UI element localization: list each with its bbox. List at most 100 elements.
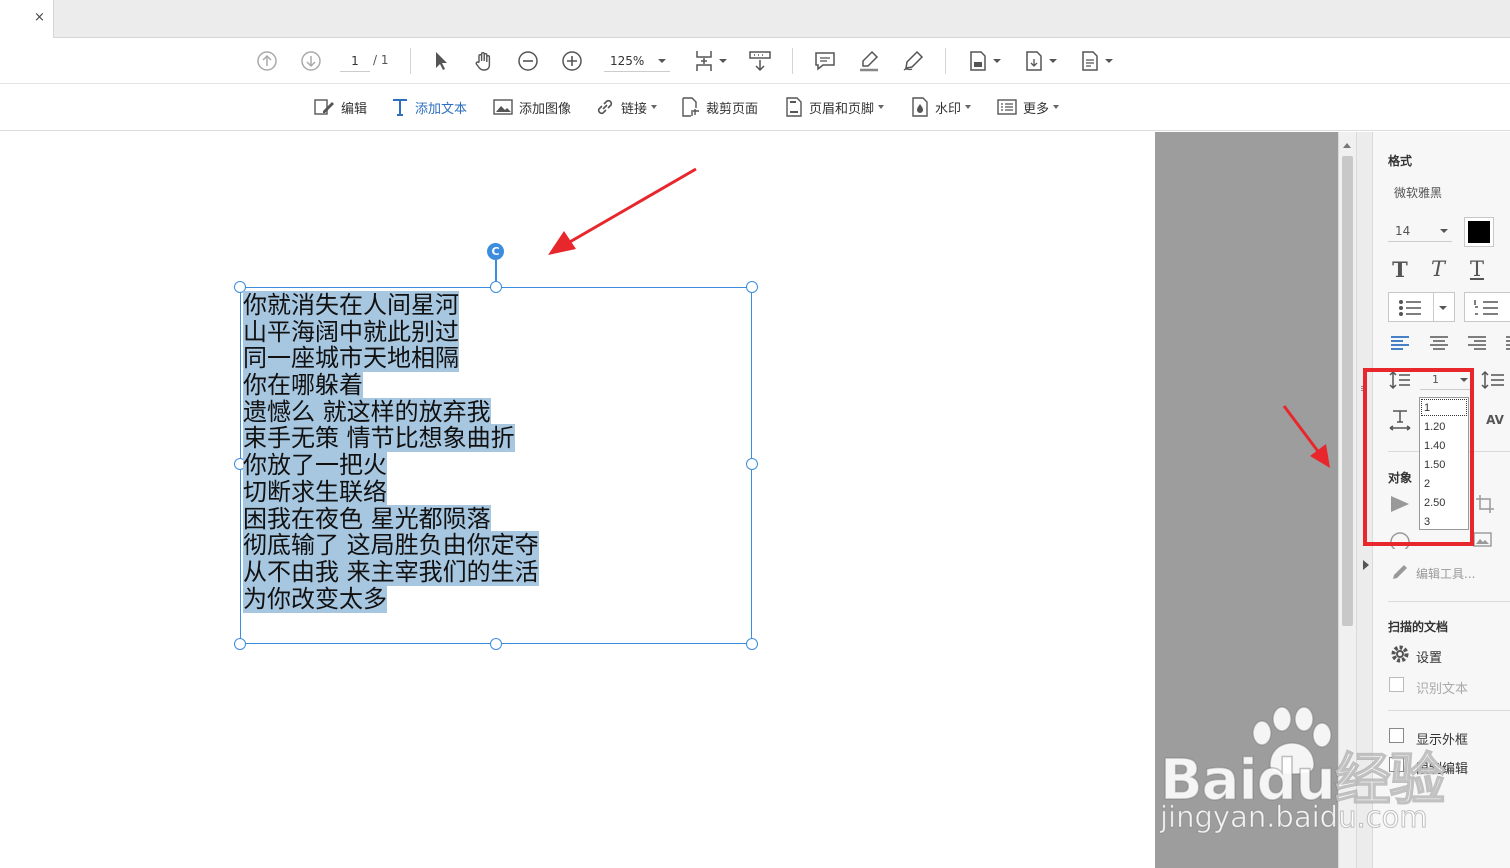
crop-page-label: 裁剪页面 (706, 101, 759, 117)
chevron-down-icon (1439, 306, 1447, 310)
selected-text-block[interactable]: 你就消失在人间星河 山平海阔中就此别过 同一座城市天地相隔 你在哪躲着 遗憾么 … (243, 291, 539, 613)
next-page-icon[interactable] (299, 49, 323, 73)
main-toolbar: 1 / 1 125% (0, 38, 1510, 84)
edit-toolbar: 编辑 添加文本 添加图像 链接 裁剪页面 页眉和页脚 水印 更多 (0, 84, 1510, 131)
text-t-icon (393, 99, 407, 116)
chevron-down-icon[interactable] (719, 59, 727, 63)
recognize-text-checkbox[interactable] (1389, 677, 1404, 692)
document-properties-icon[interactable] (1078, 49, 1102, 73)
zoom-in-icon[interactable] (560, 49, 584, 73)
separator (1433, 293, 1434, 321)
text-line: 切断求生联络 (243, 477, 387, 506)
text-bold-icon[interactable]: T (1388, 257, 1412, 282)
scanned-docs-heading: 扫描的文档 (1388, 620, 1449, 634)
crop-page-button[interactable]: 裁剪页面 (680, 96, 758, 118)
separator (945, 48, 946, 74)
align-right-icon[interactable] (1465, 331, 1489, 355)
crop-object-icon[interactable] (1473, 492, 1497, 516)
link-button[interactable]: 链接 (595, 96, 658, 118)
highlight-pen-icon[interactable] (857, 49, 881, 73)
recognize-text-label: 识别文本 (1416, 682, 1469, 697)
page-number-input[interactable]: 1 (340, 50, 370, 72)
text-line: 为你改变太多 (243, 584, 387, 613)
scroll-thumb[interactable] (1342, 156, 1353, 626)
chevron-down-icon (651, 105, 658, 109)
chevron-down-icon (658, 59, 666, 63)
document-tab[interactable]: × (0, 0, 54, 38)
separator (792, 48, 793, 74)
align-left-icon[interactable] (1388, 331, 1412, 355)
watermark-button[interactable]: 水印 (911, 96, 972, 118)
chevron-down-icon (1053, 105, 1060, 109)
font-size-select[interactable]: 14 (1388, 218, 1452, 242)
character-spacing-icon[interactable]: AV (1483, 408, 1507, 432)
align-justify-icon[interactable] (1503, 331, 1510, 355)
select-arrow-icon[interactable] (428, 49, 452, 73)
text-line: 你在哪躲着 (243, 371, 363, 400)
scroll-mode-icon[interactable] (748, 49, 772, 73)
edit-tools-pencil-icon (1388, 560, 1412, 584)
sign-pen-icon[interactable] (901, 49, 925, 73)
text-line: 彻底输了 这局胜负由你定夺 (243, 531, 539, 560)
annotation-highlight-box (1363, 368, 1474, 546)
expand-arrow-icon[interactable] (1363, 560, 1369, 570)
scroll-up-icon[interactable] (1343, 143, 1351, 148)
text-underline-icon[interactable]: T (1465, 257, 1489, 281)
page-fit-icon[interactable] (692, 49, 716, 73)
edit-button[interactable]: 编辑 (313, 96, 367, 118)
resize-handle-top-right[interactable] (746, 281, 758, 293)
add-text-button[interactable]: 添加文本 (391, 96, 467, 118)
text-italic-icon[interactable]: T (1426, 257, 1450, 281)
hand-tool-icon[interactable] (472, 49, 496, 73)
gear-icon (1388, 642, 1412, 666)
watermark-icon (912, 97, 928, 117)
text-line: 你放了一把火 (243, 451, 387, 480)
more-label: 更多 (1023, 101, 1050, 117)
crop-page-icon (682, 97, 699, 117)
chevron-down-icon[interactable] (993, 59, 1001, 63)
align-center-icon[interactable] (1427, 331, 1451, 355)
resize-handle-bottom-right[interactable] (746, 638, 758, 650)
font-color-swatch[interactable] (1464, 217, 1494, 247)
watermark-label: 水印 (935, 101, 962, 117)
settings-link[interactable]: 设置 (1416, 647, 1442, 666)
annotation-arrow-icon (548, 167, 697, 255)
chevron-down-icon[interactable] (1105, 59, 1113, 63)
separator (410, 48, 411, 74)
header-footer-button[interactable]: 页眉和页脚 (785, 96, 885, 118)
chevron-down-icon[interactable] (1049, 59, 1057, 63)
export-document-icon[interactable] (1022, 49, 1046, 73)
text-line: 束手无策 情节比想象曲折 (243, 424, 515, 453)
replace-image-icon[interactable] (1471, 527, 1495, 551)
rotate-handle[interactable]: C (487, 243, 504, 260)
resize-handle-right[interactable] (746, 458, 758, 470)
comment-icon[interactable] (813, 49, 837, 73)
edit-tools-link[interactable]: 编辑工具... (1416, 565, 1475, 582)
font-family-select[interactable]: 微软雅黑 (1394, 184, 1442, 201)
watermark-url: jingyan.baidu.com (1160, 800, 1429, 835)
text-line: 同一座城市天地相隔 (243, 344, 459, 373)
add-text-label: 添加文本 (415, 101, 468, 117)
zoom-select[interactable]: 125% (604, 50, 670, 72)
add-image-button[interactable]: 添加图像 (493, 96, 571, 118)
header-footer-label: 页眉和页脚 (809, 101, 875, 117)
bullet-list-select[interactable] (1388, 292, 1455, 322)
zoom-out-icon[interactable] (516, 49, 540, 73)
save-document-icon[interactable] (966, 49, 990, 73)
tab-close-button[interactable]: × (34, 10, 45, 25)
image-icon (493, 99, 513, 115)
text-line: 从不由我 来主宰我们的生活 (243, 557, 539, 586)
header-footer-icon (786, 97, 802, 117)
chevron-down-icon (1440, 229, 1448, 233)
more-button[interactable]: 更多 (997, 96, 1060, 118)
numbered-list-select[interactable] (1464, 292, 1510, 322)
resize-handle-bottom-left[interactable] (234, 638, 246, 650)
chevron-down-icon (965, 105, 972, 109)
previous-page-icon[interactable] (255, 49, 279, 73)
paragraph-spacing-icon[interactable] (1481, 368, 1505, 392)
chevron-down-icon (878, 105, 885, 109)
bullet-list-icon (1399, 300, 1421, 316)
resize-handle-bottom[interactable] (490, 638, 502, 650)
text-line: 你就消失在人间星河 (243, 291, 459, 319)
zoom-value: 125% (610, 54, 645, 68)
